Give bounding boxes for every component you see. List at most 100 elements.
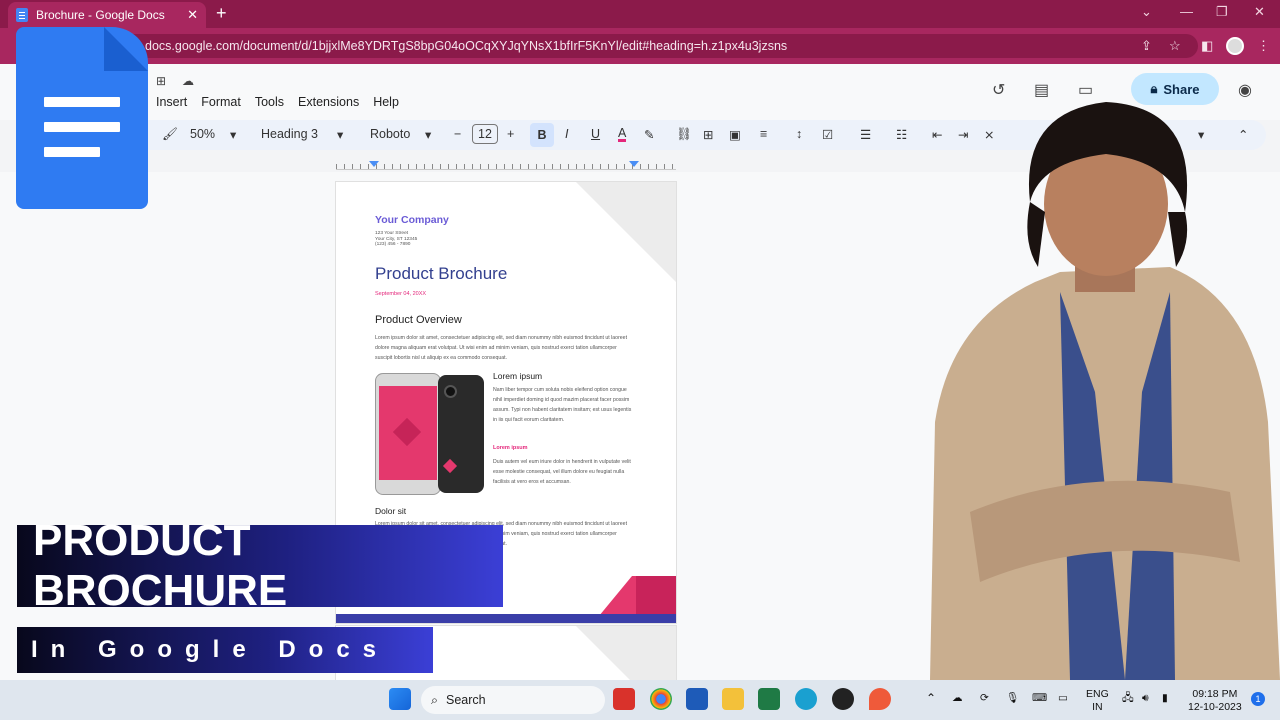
- menu-format[interactable]: Format: [201, 95, 241, 109]
- windows-start-icon[interactable]: [389, 688, 411, 710]
- microphone-icon[interactable]: 🎙︎: [1006, 692, 1019, 705]
- text-color-button[interactable]: A: [618, 127, 627, 142]
- restore-icon[interactable]: ❐: [1216, 4, 1228, 20]
- checklist-icon[interactable]: ☑: [822, 127, 833, 142]
- edge-icon[interactable]: [795, 688, 817, 710]
- corner-decoration: [576, 626, 676, 680]
- footer-decoration: [636, 576, 676, 616]
- ruler: [336, 158, 676, 170]
- excel-icon[interactable]: [758, 688, 780, 710]
- menu-help[interactable]: Help: [373, 95, 399, 109]
- align-icon[interactable]: ≡: [760, 127, 767, 141]
- chrome-icon[interactable]: [650, 688, 672, 710]
- zoom-select[interactable]: 50%: [190, 127, 215, 141]
- line-spacing-icon[interactable]: ↕: [796, 127, 802, 141]
- section-heading: Dolor sit: [375, 506, 407, 516]
- google-docs-logo: [16, 27, 148, 209]
- italic-button[interactable]: I: [565, 127, 568, 141]
- link-icon[interactable]: ⛓︎: [676, 127, 692, 142]
- search-icon: ⌕: [431, 692, 439, 707]
- chevron-down-icon[interactable]: ▾: [230, 127, 236, 142]
- menu-tools[interactable]: Tools: [255, 95, 284, 109]
- menu-extensions[interactable]: Extensions: [298, 95, 359, 109]
- tray-app-icon[interactable]: ☁: [952, 692, 963, 705]
- style-select[interactable]: Heading 3: [261, 127, 318, 141]
- bullet-list-icon[interactable]: ☰: [860, 127, 871, 142]
- menu-insert[interactable]: Insert: [156, 95, 187, 109]
- section-heading: Product Overview: [375, 314, 462, 326]
- search-label: Search: [446, 693, 486, 707]
- clock-date: 12-10-2023: [1188, 701, 1242, 713]
- minimize-icon[interactable]: —: [1180, 4, 1193, 19]
- battery-icon[interactable]: ▮: [1162, 692, 1168, 705]
- network-icon[interactable]: 🖧︎: [1122, 692, 1134, 705]
- increase-size-icon[interactable]: +: [507, 127, 514, 141]
- browser-titlebar: Brochure - Google Docs ✕ + ⌄ — ❐ ✕: [0, 0, 1280, 28]
- image-icon[interactable]: ▣: [729, 127, 741, 142]
- phone-image-front: [375, 373, 441, 495]
- sidepanel-icon[interactable]: ◧: [1201, 38, 1213, 54]
- brochure-date: September 04, 20XX: [375, 291, 427, 297]
- sub-body: Nam liber tempor cum soluta nobis eleife…: [493, 387, 632, 423]
- numbered-list-icon[interactable]: ☷: [896, 127, 907, 142]
- close-window-icon[interactable]: ✕: [1254, 4, 1265, 20]
- language-indicator[interactable]: ENG IN: [1086, 688, 1109, 714]
- left-indent-marker[interactable]: [369, 161, 379, 167]
- lang-code: ENG: [1086, 688, 1109, 700]
- tab-title: Brochure - Google Docs: [36, 8, 165, 22]
- more-menu-icon[interactable]: ⋮: [1257, 38, 1270, 54]
- url-text: docs.google.com/document/d/1bjjxlMe8YDRT…: [145, 39, 788, 53]
- decrease-size-icon[interactable]: −: [454, 127, 461, 141]
- brochure-title: Product Brochure: [375, 264, 508, 283]
- bold-button[interactable]: B: [530, 123, 554, 147]
- clock-time: 09:18 PM: [1192, 688, 1238, 700]
- corner-decoration: [576, 182, 676, 282]
- profile-avatar[interactable]: [1226, 37, 1244, 55]
- acrobat-icon[interactable]: [613, 688, 635, 710]
- obs-icon[interactable]: [832, 688, 854, 710]
- subtitle-banner: In Google Docs: [17, 627, 433, 673]
- section-body: Lorem ipsum dolor sit amet, consectetuer…: [375, 335, 628, 361]
- underline-button[interactable]: U: [591, 127, 600, 141]
- url-field[interactable]: docs.google.com/document/d/1bjjxlMe8YDRT…: [118, 34, 1198, 58]
- tab-close-icon[interactable]: ✕: [187, 7, 198, 23]
- notification-badge[interactable]: 1: [1251, 692, 1265, 706]
- comment-icon[interactable]: ⊞: [703, 127, 713, 142]
- paint-drop-icon[interactable]: [869, 688, 891, 710]
- chevron-down-icon[interactable]: ▾: [337, 127, 343, 142]
- keyboard-icon[interactable]: ⌨: [1032, 692, 1047, 705]
- word-icon[interactable]: [686, 688, 708, 710]
- bookmark-star-icon[interactable]: ☆: [1169, 38, 1181, 54]
- company-address: 123 Your Street Your City, ST 12345 (123…: [375, 231, 417, 248]
- tray-chevron-icon[interactable]: ⌃: [926, 692, 936, 705]
- clock[interactable]: 09:18 PM 12-10-2023: [1188, 688, 1242, 714]
- pink-heading: Lorem ipsum: [493, 445, 528, 451]
- cloud-status-icon[interactable]: ☁: [182, 74, 194, 88]
- move-folder-icon[interactable]: ⊞: [156, 74, 166, 88]
- address-line: (123) 456 - 7890: [375, 242, 411, 248]
- sub-heading: Lorem ipsum: [493, 371, 543, 381]
- share-page-icon[interactable]: ⇪: [1141, 38, 1152, 54]
- browser-tab[interactable]: Brochure - Google Docs ✕: [8, 2, 206, 28]
- paint-format-icon[interactable]: 🖌︎: [162, 127, 178, 142]
- highlight-icon[interactable]: ✎: [644, 127, 654, 142]
- lang-region: IN: [1092, 701, 1103, 713]
- file-explorer-icon[interactable]: [722, 688, 744, 710]
- company-name: Your Company: [375, 214, 449, 226]
- docs-tab-icon: [16, 8, 28, 22]
- taskbar-search[interactable]: ⌕ Search: [421, 686, 605, 714]
- right-indent-marker[interactable]: [629, 161, 639, 167]
- title-banner: PRODUCT BROCHURE: [17, 516, 503, 615]
- font-size-input[interactable]: 12: [472, 124, 498, 144]
- pink-body: Duis autem vel eum iriure dolor in hendr…: [493, 459, 631, 485]
- tray-sync-icon[interactable]: ⟳: [980, 692, 989, 705]
- volume-icon[interactable]: 🔊︎: [1142, 692, 1149, 705]
- phone-image-back: [438, 375, 484, 493]
- font-select[interactable]: Roboto: [370, 127, 410, 141]
- tab-search-chevron-icon[interactable]: ⌄: [1141, 4, 1152, 20]
- address-bar-row: docs.google.com/document/d/1bjjxlMe8YDRT…: [0, 28, 1280, 64]
- new-tab-button[interactable]: +: [216, 3, 227, 24]
- chevron-down-icon[interactable]: ▾: [425, 127, 431, 142]
- display-icon[interactable]: ▭: [1058, 692, 1068, 705]
- menu-bar: Insert Format Tools Extensions Help: [156, 95, 399, 109]
